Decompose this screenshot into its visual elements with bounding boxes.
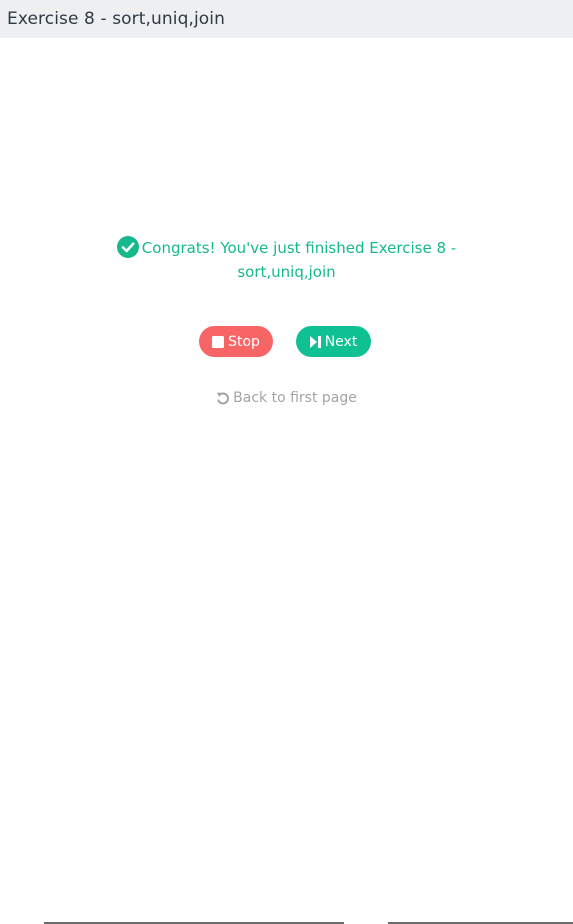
back-link-label: Back to first page	[233, 390, 357, 406]
stop-button-label: Stop	[228, 333, 260, 350]
stop-icon	[212, 335, 225, 348]
next-button-label: Next	[324, 333, 358, 350]
congrats-message: Congrats! You've just finished Exercise …	[100, 236, 473, 284]
step-forward-icon	[309, 335, 321, 348]
check-circle-icon	[116, 236, 139, 258]
undo-icon	[216, 392, 230, 405]
congrats-text: Congrats! You've just finished Exercise …	[141, 239, 457, 281]
back-to-first-page-link[interactable]: Back to first page	[0, 388, 573, 411]
stop-button[interactable]: Stop	[199, 326, 273, 357]
page-header: Exercise 8 - sort,uniq,join	[0, 0, 573, 38]
page-title: Exercise 8 - sort,uniq,join	[7, 9, 226, 29]
next-button[interactable]: Next	[296, 326, 371, 357]
